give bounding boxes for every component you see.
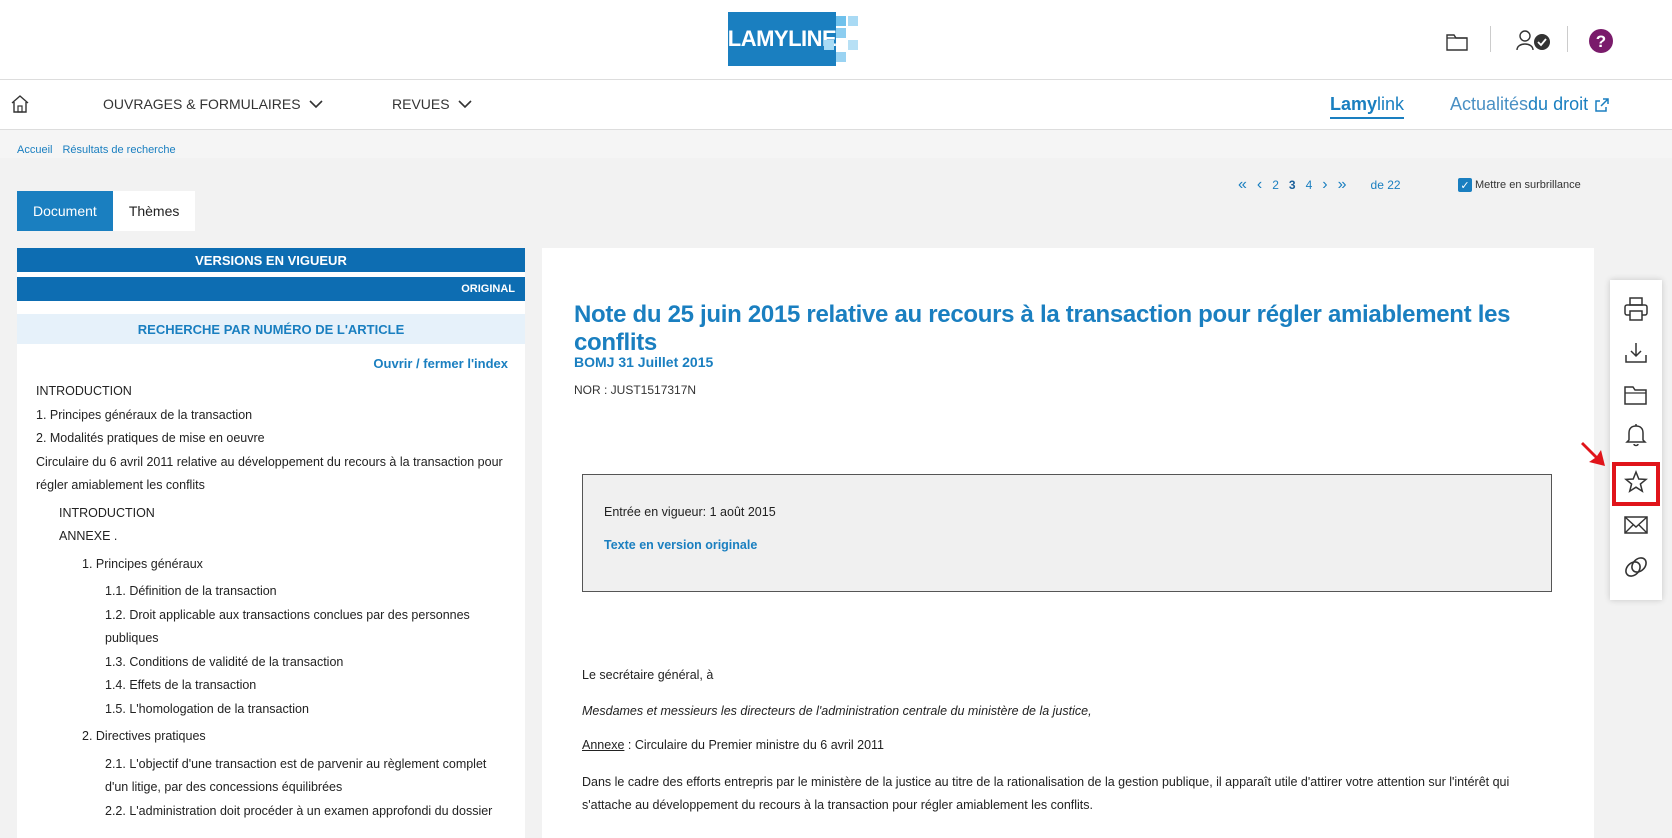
favorite-highlight-box [1612,462,1660,506]
table-of-contents: INTRODUCTION 1. Principes généraux de la… [36,380,506,823]
toc-item[interactable]: 1.3. Conditions de validité de la transa… [36,651,506,675]
toc-item[interactable]: 1.4. Effets de la transaction [36,674,506,698]
top-header: LAMYLINE ? [0,0,1672,80]
toc-item[interactable]: 1.1. Définition de la transaction [36,580,506,604]
folder-icon[interactable] [1621,380,1651,410]
toc-item[interactable]: ANNEXE . [36,525,506,549]
paragraph: Dans le cadre des efforts entrepris par … [582,775,1510,789]
highlight-label: Mettre en surbrillance [1475,179,1581,191]
document-panel: Note du 25 juin 2015 relative au recours… [542,248,1594,838]
lamyline-logo[interactable]: LAMYLINE [728,12,868,66]
original-version-link[interactable]: Texte en version originale [604,538,757,552]
annexe-label: Annexe [582,738,625,752]
document-info-box: Entrée en vigueur: 1 août 2015 Texte en … [582,474,1552,592]
lamylink-link[interactable]: Lamylink [1330,94,1405,119]
toc-item[interactable]: 2.2. L'administration doit procéder à un… [36,800,506,824]
tab-themes[interactable]: Thèmes [112,191,196,231]
original-bar[interactable]: ORIGINAL [17,277,525,301]
toc-item[interactable]: 2. Modalités pratiques de mise en oeuvre [36,427,506,451]
checkbox-checked-icon[interactable]: ✓ [1458,178,1472,192]
logo-text: LAMYLINE [728,12,837,66]
page-link[interactable]: 2 [1272,178,1279,192]
red-arrow-icon [1577,438,1609,470]
toc-item[interactable]: 1.2. Droit applicable aux transactions c… [36,604,506,651]
toc-item[interactable]: 1. Principes généraux [36,553,506,577]
actualites-du-droit-link[interactable]: Actualités du droit [1450,94,1610,115]
svg-text:?: ? [1596,32,1606,51]
breadcrumb-accueil[interactable]: Accueil [17,144,52,156]
mail-icon[interactable] [1621,510,1651,540]
breadcrumb-resultats[interactable]: Résultats de recherche [62,144,175,156]
document-nor: NOR : JUST1517317N [574,383,697,397]
nav-revues[interactable]: REVUES [392,96,472,112]
first-page-icon[interactable]: « [1238,176,1247,194]
home-icon[interactable] [10,94,30,114]
paragraph: s'attache au développement du recours à … [582,798,1094,812]
user-verified-icon[interactable] [1515,26,1555,56]
paragraph: Le secrétaire général, à [582,668,714,682]
nav-label: OUVRAGES & FORMULAIRES [103,96,301,112]
nav-label: REVUES [392,96,450,112]
article-number-search[interactable]: RECHERCHE PAR NUMÉRO DE L'ARTICLE [17,314,525,344]
toc-item[interactable]: INTRODUCTION [36,380,506,404]
entry-into-force: Entrée en vigueur: 1 août 2015 [604,505,776,519]
prev-page-icon[interactable]: ‹ [1257,176,1262,194]
external-link-icon [1595,97,1609,112]
toc-item[interactable]: Circulaire du 6 avril 2011 relative au d… [36,451,506,498]
link-icon[interactable] [1621,552,1651,582]
bell-icon[interactable] [1621,420,1651,450]
document-actions-toolbar [1610,280,1662,600]
chevron-down-icon [309,100,323,109]
highlight-toggle[interactable]: ✓ Mettre en surbrillance [1458,178,1581,192]
toc-item[interactable]: 1. Principes généraux de la transaction [36,404,506,428]
result-pager: « ‹ 2 3 4 › » de 22 [1238,176,1401,194]
page-current[interactable]: 3 [1289,178,1296,192]
nav-ouvrages-formulaires[interactable]: OUVRAGES & FORMULAIRES [103,96,323,112]
toc-item[interactable]: 2. Directives pratiques [36,725,506,749]
paragraph-annexe: Annexe : Circulaire du Premier ministre … [582,738,884,752]
paragraph: Mesdames et messieurs les directeurs de … [582,704,1092,718]
chevron-down-icon [458,100,472,109]
view-tabs: Document Thèmes [17,191,196,231]
toc-item[interactable]: 1.5. L'homologation de la transaction [36,698,506,722]
main-navbar: OUVRAGES & FORMULAIRES REVUES Lamylink A… [0,80,1672,130]
print-icon[interactable] [1621,294,1651,324]
toc-item[interactable]: 2.1. L'objectif d'une transaction est de… [36,753,506,800]
toggle-index-link[interactable]: Ouvrir / fermer l'index [373,356,508,371]
document-source: BOMJ 31 Juillet 2015 [574,354,714,370]
download-icon[interactable] [1621,338,1651,368]
help-icon[interactable]: ? [1586,26,1616,56]
last-page-icon[interactable]: » [1338,176,1347,194]
page-total: de 22 [1370,178,1401,192]
breadcrumb: Accueil Résultats de recherche [17,144,176,156]
next-page-icon[interactable]: › [1322,176,1327,194]
toc-item[interactable]: INTRODUCTION [36,502,506,526]
document-index-sidebar: VERSIONS EN VIGUEUR ORIGINAL RECHERCHE P… [17,248,525,838]
versions-en-vigueur-bar[interactable]: VERSIONS EN VIGUEUR [17,248,525,272]
document-title: Note du 25 juin 2015 relative au recours… [574,301,1511,356]
folder-icon[interactable] [1442,26,1472,56]
page-link[interactable]: 4 [1306,178,1313,192]
tab-document[interactable]: Document [17,191,113,231]
